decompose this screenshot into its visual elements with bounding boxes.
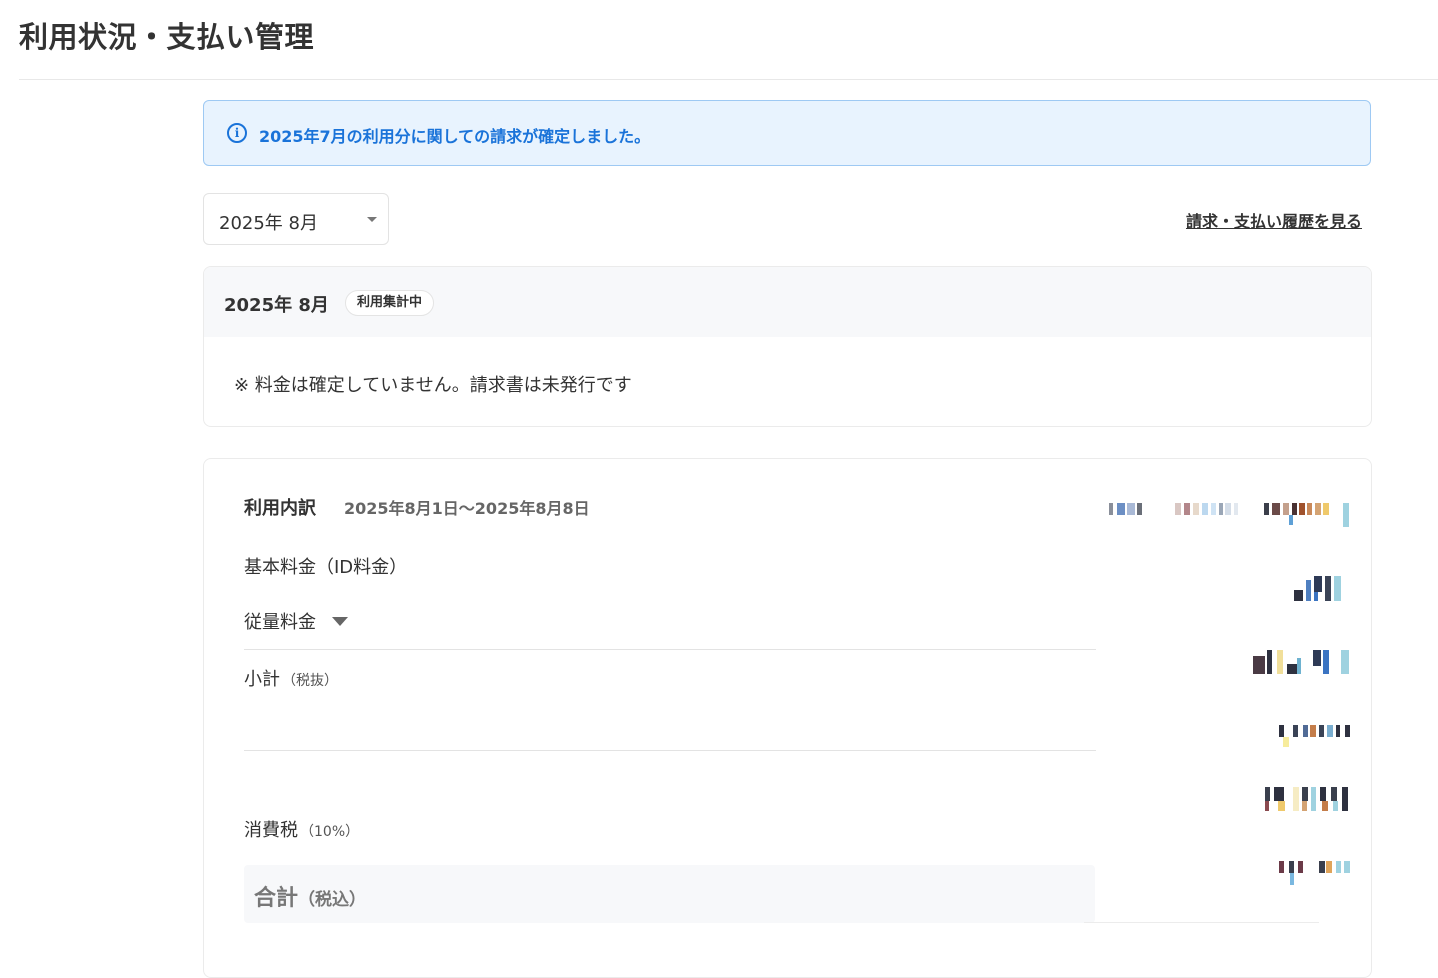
redacted-value <box>1265 787 1351 813</box>
usage-status-card: 2025年 8月 利用集計中 ※ 料金は確定していません。請求書は未発行です <box>203 266 1372 427</box>
subtotal-text: 小計 <box>244 669 280 690</box>
redacted-value <box>1294 576 1352 602</box>
caret-down-icon <box>367 217 377 222</box>
month-select[interactable]: 2025年 8月 <box>203 193 389 245</box>
redacted-value <box>1109 501 1351 527</box>
usage-fee-label: 従量料金 <box>244 612 316 633</box>
billing-history-link[interactable]: 請求・支払い履歴を見る <box>1186 208 1362 232</box>
total-underline <box>1084 922 1319 923</box>
total-label: 合計（税込） <box>254 880 366 912</box>
page-title: 利用状況・支払い管理 <box>19 20 315 54</box>
tax-rate: （10%） <box>300 824 360 840</box>
row-divider <box>244 649 1096 650</box>
redacted-value <box>1253 650 1351 676</box>
total-row: 合計（税込） <box>244 865 1095 923</box>
status-month: 2025年 8月 <box>224 295 329 316</box>
row-divider <box>244 750 1096 751</box>
title-divider <box>19 79 1438 80</box>
status-badge: 利用集計中 <box>345 290 435 316</box>
tax-text: 消費税 <box>244 820 298 841</box>
subtotal-label: 小計 （税抜） <box>244 665 338 691</box>
subtotal-note: （税抜） <box>282 673 338 689</box>
status-note: ※ 料金は確定していません。請求書は未発行です <box>234 375 632 396</box>
notice-text: 2025年7月の利用分に関しての請求が確定しました。 <box>259 127 651 146</box>
billing-confirmed-notice: i 2025年7月の利用分に関しての請求が確定しました。 <box>203 100 1371 166</box>
usage-fee-toggle[interactable]: 従量料金 <box>244 608 348 634</box>
total-note: （税込） <box>298 890 367 910</box>
info-icon: i <box>227 123 247 143</box>
redacted-value <box>1279 861 1351 887</box>
breakdown-title: 利用内訳 <box>244 498 316 519</box>
tax-label: 消費税 （10%） <box>244 816 359 842</box>
base-fee-label: 基本料金（ID料金） <box>244 557 408 578</box>
caret-down-icon <box>332 616 348 626</box>
total-text: 合計 <box>254 886 299 911</box>
breakdown-period: 2025年8月1日〜2025年8月8日 <box>344 499 590 518</box>
month-select-value: 2025年 8月 <box>219 213 318 234</box>
status-card-header: 2025年 8月 利用集計中 <box>204 267 1371 337</box>
redacted-value <box>1279 725 1351 751</box>
usage-breakdown-card: 利用内訳 2025年8月1日〜2025年8月8日 基本料金（ID料金） 従量料金… <box>203 458 1372 978</box>
